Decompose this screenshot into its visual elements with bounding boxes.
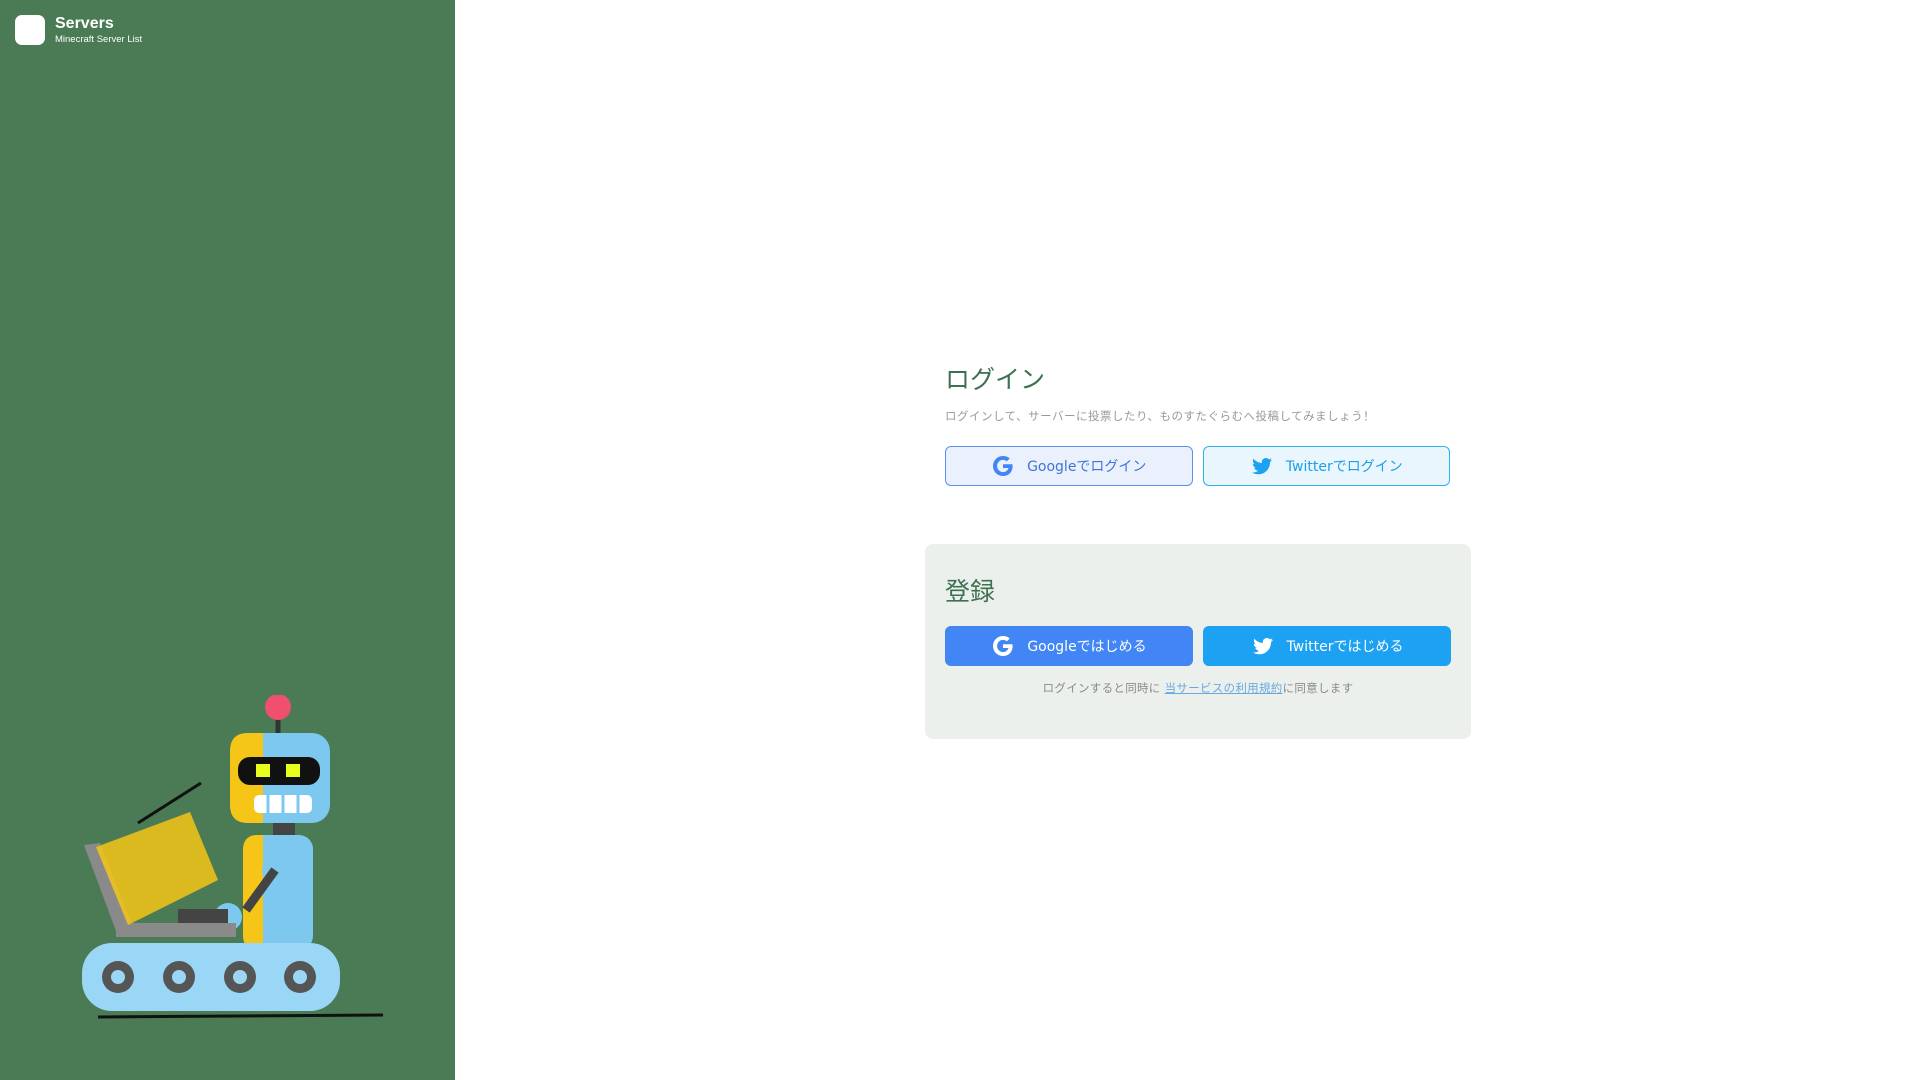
- login-title: ログイン: [945, 365, 1046, 394]
- twitter-bird-icon: [1250, 454, 1274, 478]
- twitter-login-button[interactable]: Twitterでログイン: [1202, 446, 1450, 486]
- twitter-signup-button[interactable]: Twitterではじめる: [1203, 626, 1451, 666]
- twitter-login-label: Twitterでログイン: [1285, 459, 1403, 475]
- brand-logo: [15, 15, 45, 45]
- register-box: 登録 Googleではじめる Twitterではじめる ログインすると同時に 当…: [925, 544, 1471, 739]
- brand-subtitle: Minecraft Server List: [55, 33, 143, 45]
- login-description: ログインして、サーバーに投票したり、ものすたぐらむへ投稿してみましょう！: [945, 409, 1376, 423]
- google-g-icon: [991, 634, 1015, 658]
- terms-link[interactable]: 当サービスの利用規約: [1165, 681, 1283, 695]
- google-signup-button[interactable]: Googleではじめる: [945, 626, 1193, 666]
- terms-prefix: ログインすると同時に: [1042, 681, 1161, 695]
- login-section: ログイン ログインして、サーバーに投票したり、ものすたぐらむへ投稿してみましょう…: [945, 360, 1450, 486]
- sidebar: Servers Minecraft Server List: [0, 0, 455, 1080]
- google-login-label: Googleでログイン: [1027, 459, 1147, 475]
- terms-notice: ログインすると同時に 当サービスの利用規約に同意します: [945, 680, 1451, 696]
- register-title: 登録: [945, 577, 996, 606]
- robot-illustration: [82, 695, 384, 1019]
- google-signup-label: Googleではじめる: [1027, 639, 1147, 655]
- brand[interactable]: Servers Minecraft Server List: [15, 15, 142, 45]
- twitter-bird-icon: [1251, 634, 1275, 658]
- google-login-button[interactable]: Googleでログイン: [945, 446, 1193, 486]
- twitter-signup-label: Twitterではじめる: [1286, 639, 1404, 655]
- terms-suffix: に同意します: [1282, 681, 1354, 695]
- brand-title: Servers: [55, 14, 114, 32]
- google-g-icon: [991, 454, 1015, 478]
